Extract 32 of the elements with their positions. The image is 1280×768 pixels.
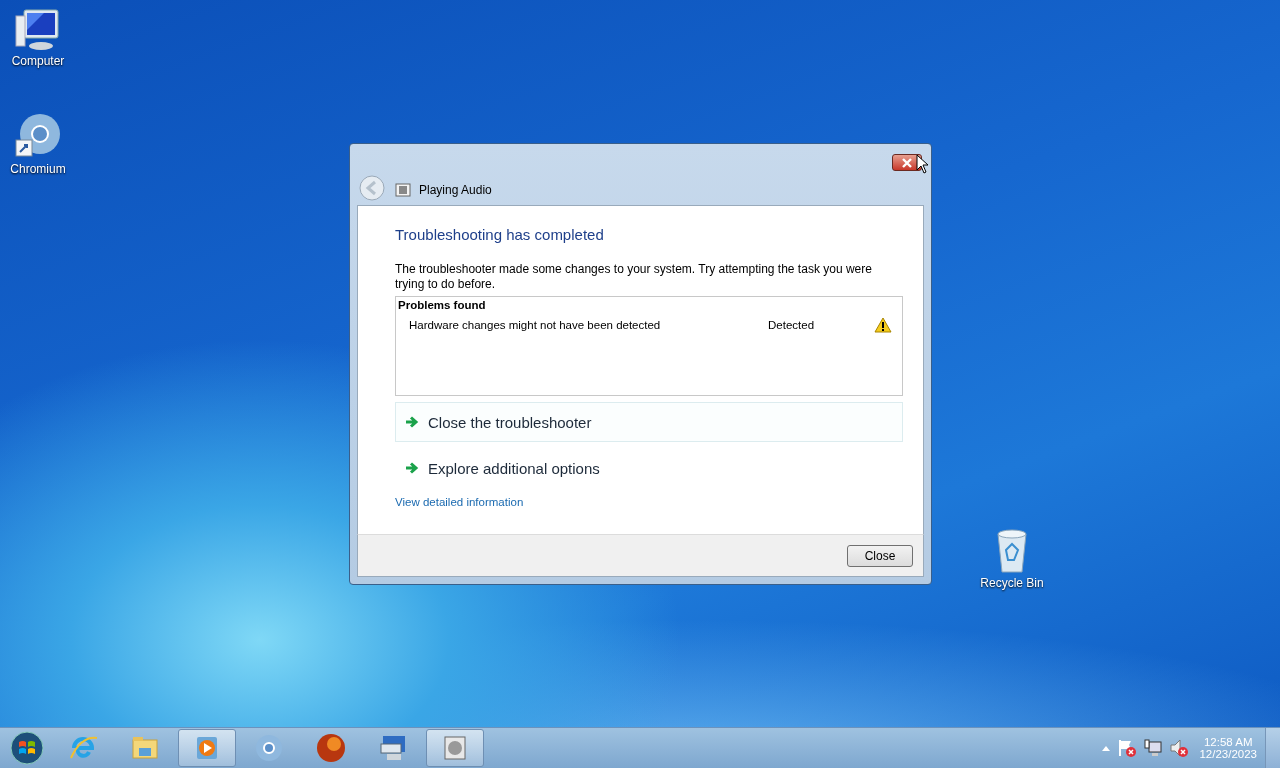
desktop-icon-label[interactable]: Recycle Bin (980, 576, 1044, 590)
description-text: The troubleshooter made some changes to your system. Try attempting the task you were trying to do before. (395, 262, 873, 292)
taskbar-button[interactable] (178, 729, 236, 767)
mouse-cursor-icon (916, 154, 928, 174)
show-desktop-button[interactable] (1265, 728, 1280, 768)
dialog-heading: Troubleshooting has completed (395, 226, 605, 243)
close-icon (900, 157, 914, 168)
status-text: Detected (768, 319, 816, 331)
problem-text: Hardware changes might not have been detected (409, 319, 662, 331)
taskbar-button[interactable] (426, 729, 484, 767)
globe-icon (315, 732, 347, 764)
monitor-icon (14, 8, 62, 52)
network-icon[interactable] (1143, 738, 1164, 758)
window-title: Playing Audio (419, 183, 492, 197)
flag-icon[interactable] (1117, 738, 1138, 758)
show-hidden-icon[interactable] (1101, 744, 1112, 752)
arrow-icon (405, 416, 419, 428)
detail-link[interactable]: View detailed information (395, 496, 903, 508)
command-link[interactable]: Explore additional options (395, 448, 903, 488)
start-button[interactable] (10, 731, 44, 765)
speaker-icon[interactable] (1169, 738, 1190, 758)
close-button[interactable]: Close (847, 544, 913, 567)
chromium-icon (253, 732, 285, 764)
back-button[interactable] (359, 175, 385, 201)
desktop-icon-label[interactable]: Computer (11, 54, 65, 68)
chromium-icon (14, 112, 62, 160)
section-title: Problems found (398, 299, 487, 311)
command-link[interactable]: Close the troubleshooter (395, 402, 903, 442)
warning-icon (874, 317, 892, 333)
troubleshooter-icon (395, 183, 411, 197)
arrow-icon (405, 462, 419, 474)
desktop-icon-label[interactable]: Chromium (10, 162, 66, 176)
